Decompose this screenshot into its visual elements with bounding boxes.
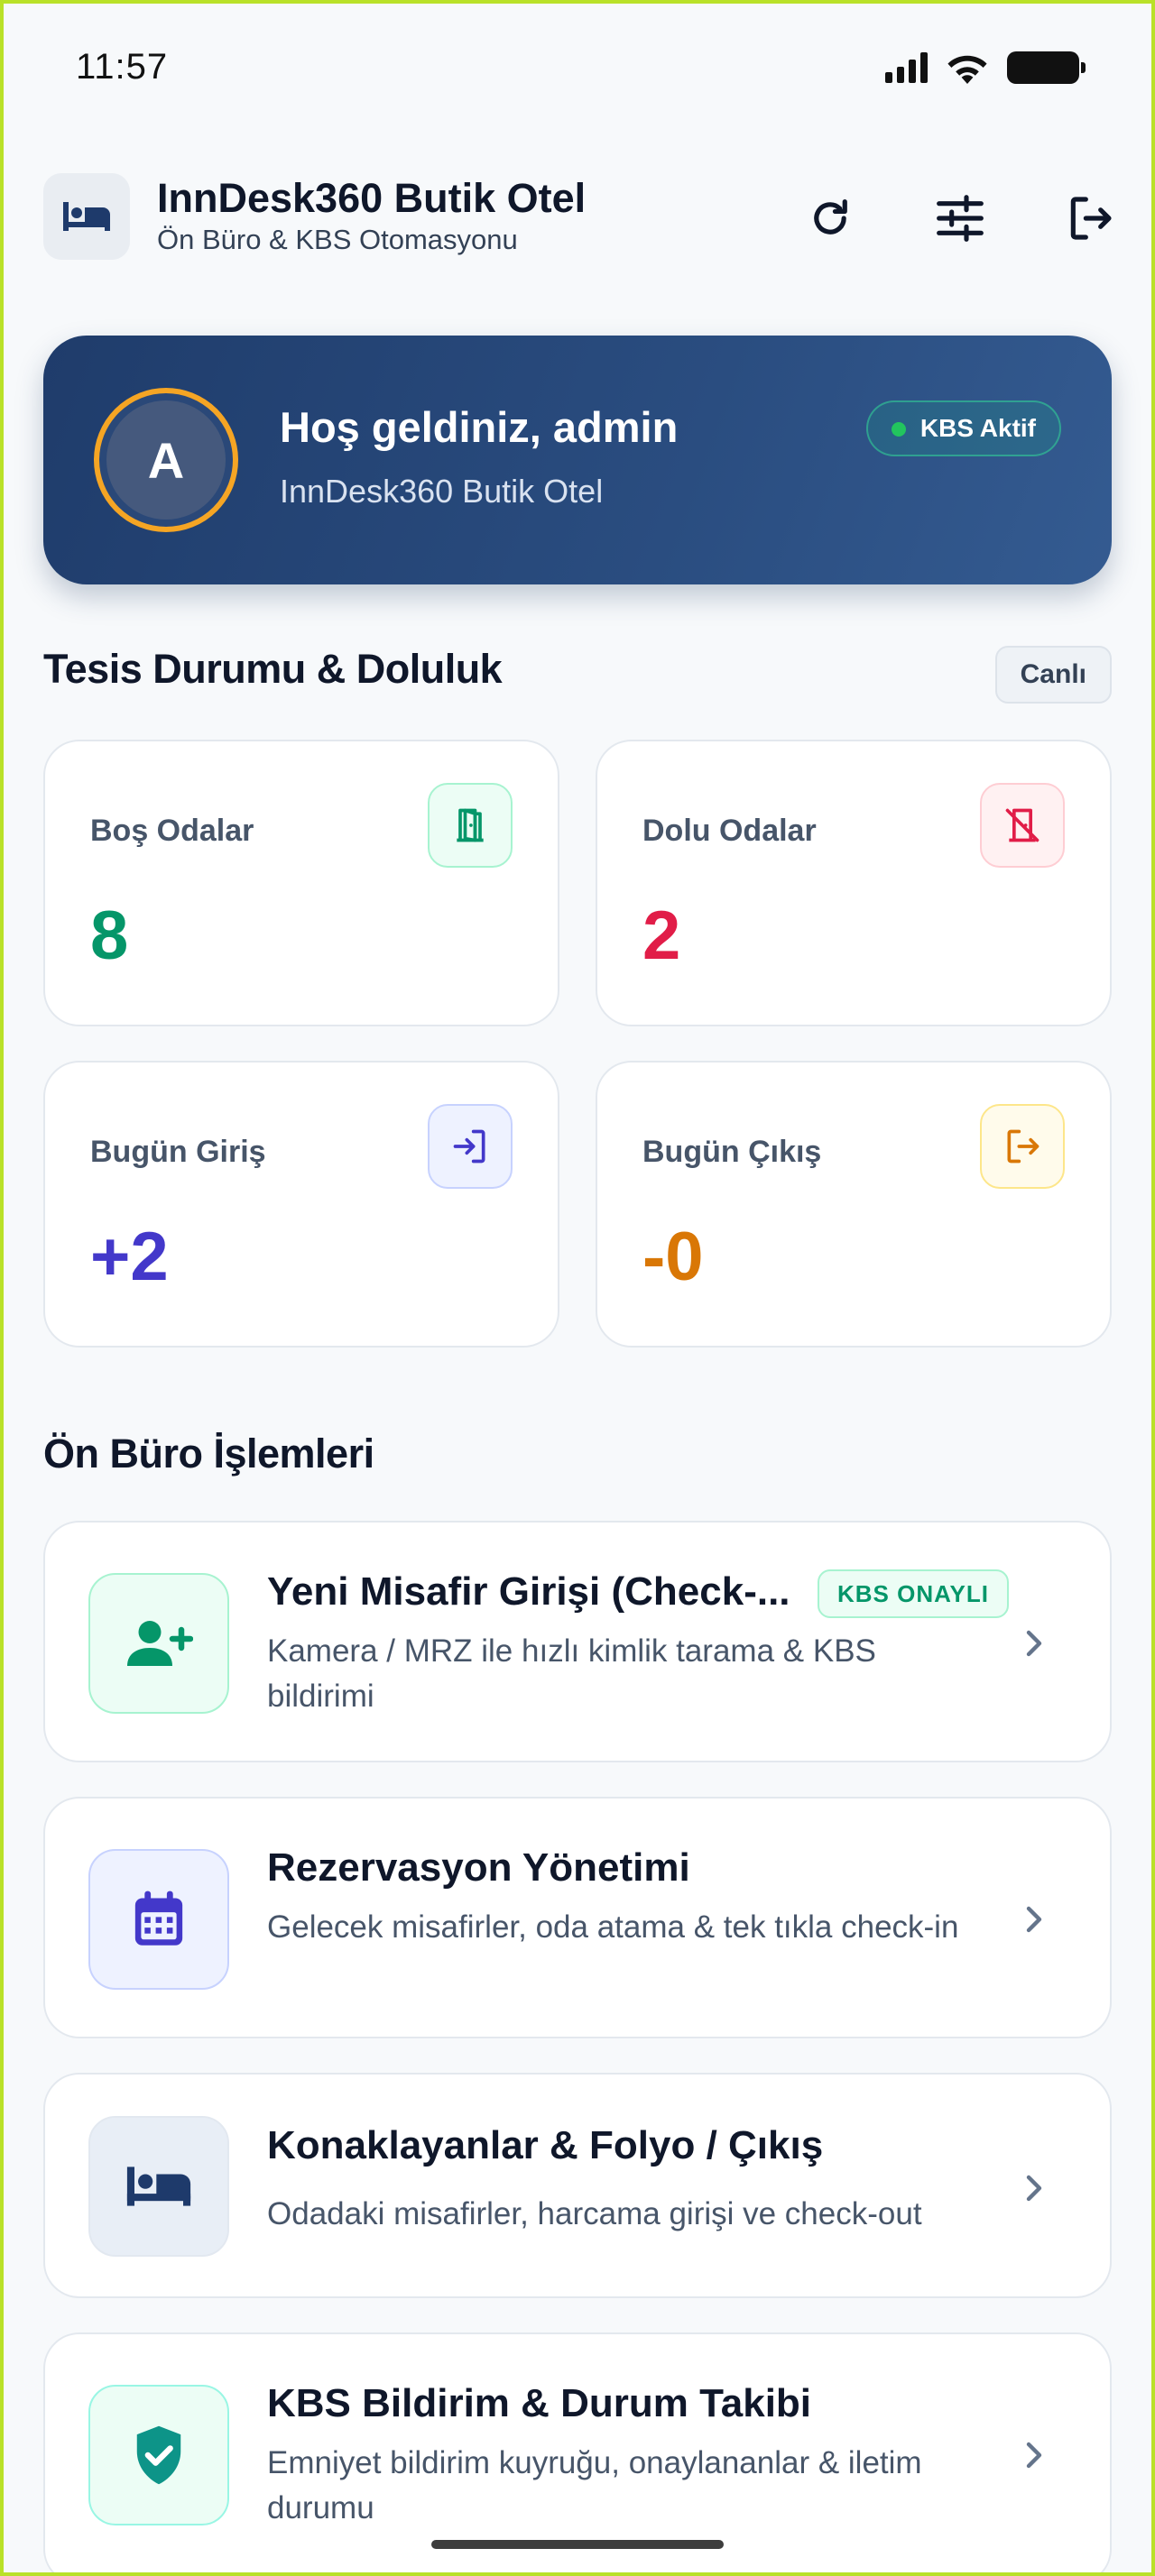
stat-value: 8 <box>90 897 129 974</box>
stat-label: Boş Odalar <box>90 814 254 848</box>
chevron-right-icon <box>1016 2437 1052 2473</box>
welcome-hotel-name: InnDesk360 Butik Otel <box>280 473 604 510</box>
stat-label: Bugün Çıkış <box>642 1135 822 1169</box>
door-closed-off-icon <box>980 783 1065 868</box>
action-description: Emniyet bildirim kuyruğu, onaylananlar &… <box>267 2445 922 2525</box>
refresh-button[interactable] <box>801 189 859 247</box>
checkin-action-card[interactable]: Yeni Misafir Girişi (Check-... KBS ONAYL… <box>43 1521 1112 1762</box>
action-title: Rezervasyon Yönetimi <box>267 1845 690 1890</box>
stat-value: +2 <box>90 1219 169 1295</box>
stat-card-empty-rooms[interactable]: Boş Odalar 8 <box>43 740 559 1026</box>
refresh-icon <box>814 198 847 235</box>
signal-icon <box>885 52 928 83</box>
action-description: Kamera / MRZ ile hızlı kimlik tarama & K… <box>267 1633 876 1714</box>
stat-card-today-checkout[interactable]: Bugün Çıkış -0 <box>596 1061 1112 1348</box>
avatar-letter: A <box>147 431 185 489</box>
status-bar: 11:57 <box>0 0 1155 135</box>
battery-icon <box>1007 51 1086 84</box>
kbs-status-badge: KBS Aktif <box>865 400 1061 456</box>
chevron-right-icon <box>1016 1625 1052 1661</box>
wifi-icon <box>947 55 987 84</box>
chevron-right-icon <box>1016 2170 1052 2206</box>
bed-icon <box>43 173 130 260</box>
action-title: KBS Bildirim & Durum Takibi <box>267 2381 812 2425</box>
stat-label: Dolu Odalar <box>642 814 817 848</box>
shield-check-icon <box>88 2385 229 2525</box>
reservation-action-card[interactable]: Rezervasyon Yönetimi Gelecek misafirler,… <box>43 1797 1112 2038</box>
settings-button[interactable] <box>931 189 989 247</box>
facility-section-title: Tesis Durumu & Doluluk <box>43 646 503 692</box>
status-icons <box>885 51 1086 85</box>
kbs-approved-badge: KBS ONAYLI <box>818 1569 1009 1618</box>
sliders-icon <box>937 195 984 242</box>
bed-icon <box>88 2116 229 2257</box>
status-time: 11:57 <box>76 47 169 87</box>
door-open-icon <box>428 783 513 868</box>
action-title: Yeni Misafir Girişi (Check-... <box>267 1569 790 1614</box>
user-plus-icon <box>88 1573 229 1714</box>
welcome-card: A Hoş geldiniz, admin InnDesk360 Butik O… <box>43 336 1112 584</box>
app-subtitle: Ön Büro & KBS Otomasyonu <box>157 224 518 255</box>
stat-card-today-checkin[interactable]: Bugün Giriş +2 <box>43 1061 559 1348</box>
front-office-section-title: Ön Büro İşlemleri <box>43 1431 374 1477</box>
logout-button[interactable] <box>1061 189 1119 247</box>
calendar-icon <box>88 1849 229 1990</box>
welcome-title: Hoş geldiniz, admin <box>280 403 679 451</box>
action-title: Konaklayanlar & Folyo / Çıkış <box>267 2123 824 2167</box>
chevron-right-icon <box>1016 1901 1052 1937</box>
app-header: InnDesk360 Butik Otel Ön Büro & KBS Otom… <box>43 171 1112 262</box>
stat-value: -0 <box>642 1219 704 1295</box>
home-indicator[interactable] <box>431 2540 724 2549</box>
app-title: InnDesk360 Butik Otel <box>157 175 587 221</box>
avatar: A <box>94 388 238 532</box>
action-description: Gelecek misafirler, oda atama & tek tıkl… <box>267 1909 959 1945</box>
stat-card-occupied-rooms[interactable]: Dolu Odalar 2 <box>596 740 1112 1026</box>
action-description: Odadaki misafirler, harcama girişi ve ch… <box>267 2196 922 2231</box>
logout-icon <box>980 1104 1065 1189</box>
live-badge: Canlı <box>994 646 1112 704</box>
stat-label: Bugün Giriş <box>90 1135 266 1169</box>
login-icon <box>428 1104 513 1189</box>
stat-value: 2 <box>642 897 681 974</box>
guests-folio-action-card[interactable]: Konaklayanlar & Folyo / Çıkış Odadaki mi… <box>43 2073 1112 2298</box>
logout-icon <box>1070 197 1112 240</box>
